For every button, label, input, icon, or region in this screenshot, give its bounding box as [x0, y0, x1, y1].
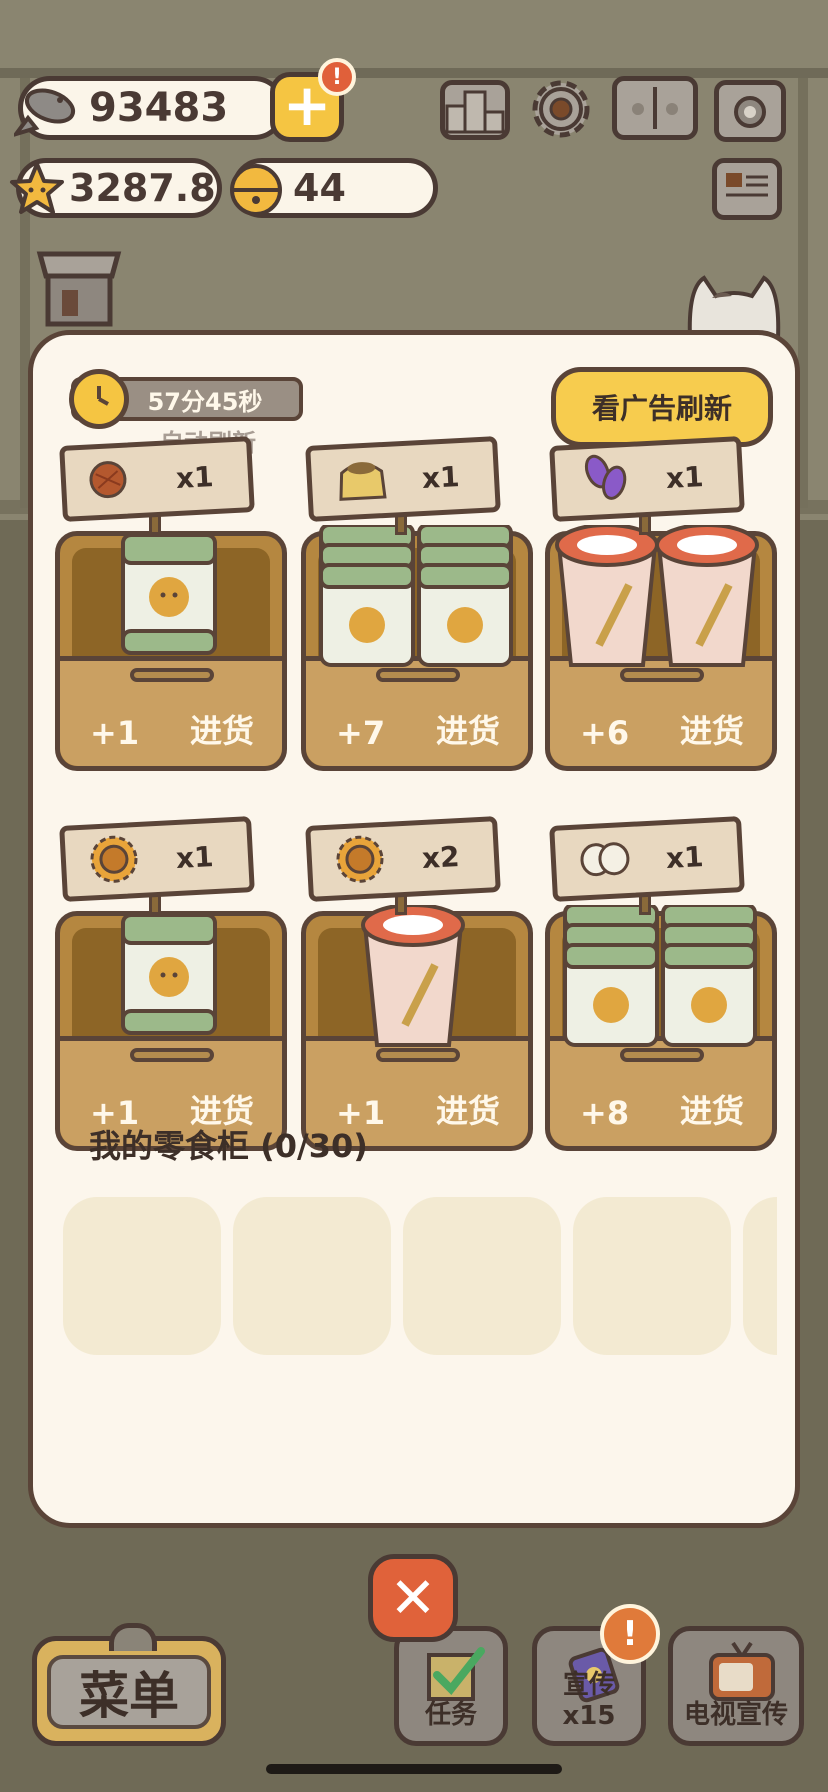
ranking-icon[interactable]: [440, 80, 510, 140]
restock-card[interactable]: +1 进货 x1: [55, 816, 287, 1153]
snack-slot[interactable]: [233, 1197, 391, 1355]
cost-quantity: x1: [175, 839, 215, 875]
close-button[interactable]: ✕: [368, 1554, 458, 1642]
menu-button[interactable]: 菜单: [32, 1623, 226, 1746]
menu-hook: [109, 1623, 157, 1651]
snack-slot[interactable]: [743, 1197, 777, 1355]
restock-count: +6: [580, 714, 630, 752]
snack-slot[interactable]: [573, 1197, 731, 1355]
sunflower-icon: [333, 832, 388, 891]
snack-item-icon: [307, 903, 523, 1059]
sunflower-icon: [87, 832, 142, 891]
snack-cabinet-title: 我的零食柜 (0/30): [89, 1127, 368, 1165]
snack-item-icon: [61, 905, 277, 1059]
star-icon: [8, 160, 66, 218]
cat-mascot-icon: [682, 268, 786, 338]
bell-amount: 44: [293, 166, 346, 210]
restock-button[interactable]: 进货: [680, 706, 744, 752]
snack-slot[interactable]: [403, 1197, 561, 1355]
cookie-icon: [87, 459, 129, 505]
cost-quantity: x1: [665, 459, 705, 495]
snack-item-icon: [551, 903, 767, 1059]
cost-sign: x1: [549, 816, 745, 902]
home-indicator: [266, 1764, 562, 1774]
shop-icon[interactable]: [34, 244, 124, 328]
restock-button[interactable]: 进货: [436, 706, 500, 752]
cost-sign: x1: [305, 436, 501, 522]
tv-promo-button[interactable]: 电视宣传: [668, 1626, 804, 1746]
cost-sign: x1: [59, 436, 255, 522]
alert-badge: !: [318, 58, 356, 96]
cost-sign: x1: [59, 816, 255, 902]
cost-quantity: x1: [175, 459, 215, 495]
cost-sign: x1: [549, 436, 745, 522]
tasks-button[interactable]: 任务: [394, 1626, 508, 1746]
fish-icon: [14, 78, 84, 140]
gear-icon[interactable]: [524, 72, 598, 146]
watch-ad-refresh-button[interactable]: 看广告刷新: [551, 367, 773, 447]
tv-promo-label: 电视宣传: [683, 1700, 788, 1730]
snack-item-icon: [551, 523, 767, 679]
cost-sign: x2: [305, 816, 501, 902]
restock-card[interactable]: +8 进货 x1: [545, 816, 777, 1153]
restock-card[interactable]: +7 进货 x1: [301, 436, 533, 773]
fish-amount: 93483: [89, 85, 229, 131]
star-amount: 3287.8: [69, 166, 216, 210]
restock-button[interactable]: 进货: [190, 706, 254, 752]
newspaper-icon[interactable]: [712, 158, 782, 220]
rice-ball-icon: [577, 838, 635, 885]
bell-icon: [226, 158, 286, 220]
snack-item-icon: [61, 525, 277, 679]
snack-item-icon: [307, 523, 523, 679]
restock-count: +1: [90, 714, 140, 752]
grapes-icon: [577, 452, 636, 511]
restock-count: +7: [336, 714, 386, 752]
restock-card[interactable]: +1 进货 x1: [55, 436, 287, 773]
promo-label: 宣传x15: [562, 1670, 616, 1731]
cost-quantity: x2: [421, 839, 461, 875]
snack-slot[interactable]: [63, 1197, 221, 1355]
restock-button[interactable]: 进货: [680, 1086, 744, 1132]
restock-card[interactable]: +6 进货 x1: [545, 436, 777, 773]
clock-icon: [69, 369, 129, 429]
restock-count: +8: [580, 1094, 630, 1132]
alert-badge: !: [600, 1604, 660, 1664]
paw-book-icon[interactable]: [612, 76, 698, 140]
tasks-label: 任务: [424, 1700, 477, 1730]
camera-icon[interactable]: [714, 80, 786, 142]
cost-quantity: x1: [421, 459, 461, 495]
grain-sack-icon: [333, 455, 392, 508]
cost-quantity: x1: [665, 839, 705, 875]
restock-button[interactable]: 进货: [436, 1086, 500, 1132]
restock-panel: 57分45秒 自动刷新 看广告刷新 +1进货x1+7进货x1+6进货x1+1进货…: [28, 330, 800, 1528]
snack-cabinet-slots: [63, 1197, 777, 1357]
restock-card[interactable]: +1 进货 x2: [301, 816, 533, 1153]
